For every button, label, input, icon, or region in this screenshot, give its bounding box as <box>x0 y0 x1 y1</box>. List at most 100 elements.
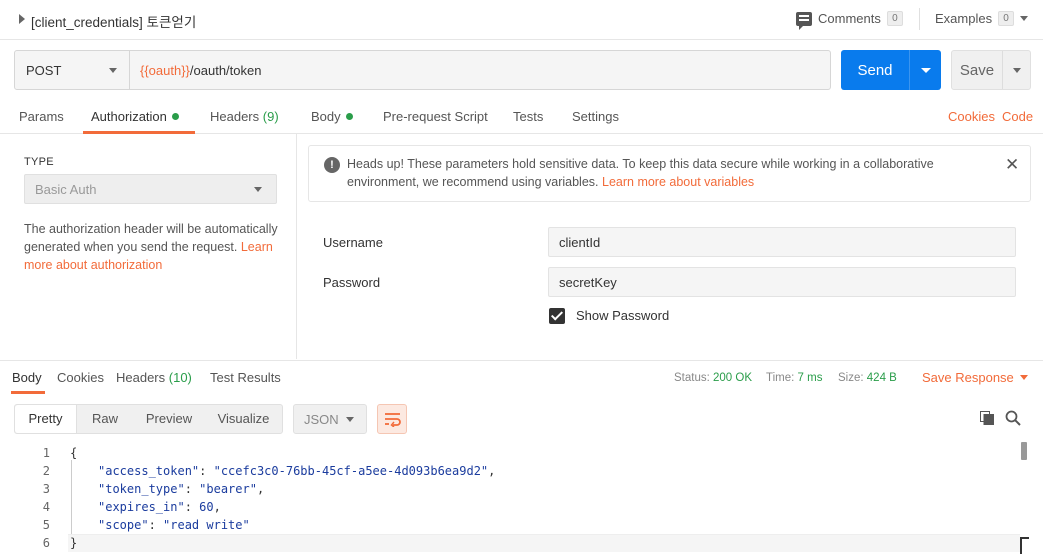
examples-label: Examples <box>935 11 993 26</box>
tab-response-cookies[interactable]: Cookies <box>57 370 104 385</box>
json-trail: , <box>256 482 265 496</box>
tab-headers[interactable]: Headers (9) <box>210 109 279 124</box>
line-number: 2 <box>42 464 50 478</box>
line-number: 1 <box>42 446 50 460</box>
wrap-lines-icon <box>385 413 401 427</box>
password-label: Password <box>323 275 381 290</box>
tab-prerequest-script[interactable]: Pre-request Script <box>383 109 488 124</box>
alert-message: Heads up! These parameters hold sensitiv… <box>347 155 987 191</box>
line-number: 4 <box>42 500 50 514</box>
chevron-down-icon <box>254 186 262 192</box>
view-visualize[interactable]: Visualize <box>205 405 282 433</box>
cookies-link[interactable]: Cookies <box>948 109 995 124</box>
line-text: { <box>70 446 78 460</box>
password-field[interactable]: secretKey <box>548 267 1016 297</box>
tab-response-headers[interactable]: Headers (10) <box>116 370 192 385</box>
send-options-dropdown[interactable] <box>910 67 941 73</box>
send-label: Send <box>857 61 893 79</box>
chevron-down-icon <box>346 416 354 422</box>
view-preview[interactable]: Preview <box>133 405 205 433</box>
copy-icon[interactable] <box>980 411 994 425</box>
type-label: TYPE <box>24 156 54 168</box>
json-value: "read write" <box>163 518 250 532</box>
url-input[interactable]: {{oauth}}/oauth/token <box>130 51 830 89</box>
format-value: JSON <box>304 411 339 427</box>
tab-authorization-label: Authorization <box>91 109 167 124</box>
examples-button[interactable]: Examples 0 <box>935 11 1029 26</box>
json-key: "scope" <box>98 518 149 532</box>
line-text: } <box>70 536 78 550</box>
code-line: 6 } <box>0 534 1020 552</box>
time-value: 7 ms <box>797 372 823 384</box>
chevron-down-icon <box>1012 67 1021 73</box>
comments-count-badge: 0 <box>886 11 903 26</box>
view-pretty[interactable]: Pretty <box>15 405 77 433</box>
text-cursor <box>1020 537 1029 554</box>
request-title[interactable]: [client_credentials] 토큰얻기 <box>31 11 196 31</box>
code-line: 2 "access_token": "ccefc3c0-76bb-45cf-a5… <box>0 462 1020 480</box>
username-field[interactable]: clientId <box>548 227 1016 257</box>
send-button[interactable]: Send <box>841 50 941 90</box>
tab-body-label: Body <box>311 109 341 124</box>
sensitive-data-alert: ! Heads up! These parameters hold sensit… <box>308 145 1031 202</box>
json-value: "ccefc3c0-76bb-45cf-a5ee-4d093b6ea9d2" <box>213 464 489 478</box>
code-line: 3 "token_type": "bearer", <box>0 480 1020 498</box>
tab-authorization[interactable]: Authorization <box>91 109 179 124</box>
time-meta: Time: 7 ms <box>766 372 822 384</box>
code-line: 1 { <box>0 444 1020 462</box>
json-value: 60 <box>199 500 214 514</box>
expand-caret-icon[interactable] <box>19 14 25 24</box>
chevron-down-icon <box>1020 16 1029 21</box>
view-mode-segmented: Pretty Raw Preview Visualize <box>14 404 283 434</box>
tab-params[interactable]: Params <box>19 109 64 124</box>
size-label: Size: <box>838 372 864 384</box>
show-password-checkbox[interactable] <box>549 308 565 324</box>
size-meta: Size: 424 B <box>838 372 897 384</box>
tab-headers-label: Headers <box>210 109 260 124</box>
view-raw[interactable]: Raw <box>77 405 133 433</box>
tab-test-results[interactable]: Test Results <box>210 370 281 385</box>
response-body-viewer[interactable]: 1 { 2 "access_token": "ccefc3c0-76bb-45c… <box>0 442 1043 554</box>
username-label: Username <box>323 235 383 250</box>
tab-tests[interactable]: Tests <box>513 109 543 124</box>
format-select[interactable]: JSON <box>293 404 367 434</box>
response-toolbar: Pretty Raw Preview Visualize JSON <box>0 394 1043 438</box>
learn-more-variables-link[interactable]: Learn more about variables <box>602 175 754 189</box>
response-headers-count: (10) <box>168 370 192 385</box>
save-response-button[interactable]: Save Response <box>922 370 1028 385</box>
chevron-down-icon <box>920 67 931 73</box>
json-key: "expires_in" <box>98 500 185 514</box>
line-number: 6 <box>42 536 50 550</box>
tab-response-body[interactable]: Body <box>12 370 42 385</box>
json-key: "access_token" <box>98 464 200 478</box>
auth-type-value: Basic Auth <box>35 181 97 197</box>
save-response-label: Save Response <box>922 370 1014 385</box>
json-value: "bearer" <box>199 482 257 496</box>
examples-count-badge: 0 <box>998 11 1015 26</box>
comment-icon <box>796 11 812 30</box>
close-icon[interactable]: ✕ <box>1005 155 1019 175</box>
auth-type-select[interactable]: Basic Auth <box>24 174 277 204</box>
save-options-dropdown[interactable] <box>1003 67 1030 73</box>
tab-settings[interactable]: Settings <box>572 109 619 124</box>
active-dot-icon <box>345 113 353 120</box>
line-text: "scope": "read write" <box>98 518 250 532</box>
status-meta: Status: 200 OK <box>674 372 752 384</box>
auth-type-pane: TYPE Basic Auth The authorization header… <box>0 134 297 359</box>
json-trail: , <box>213 500 221 514</box>
info-icon: ! <box>324 157 340 173</box>
show-password-label[interactable]: Show Password <box>576 308 669 323</box>
scrollbar[interactable] <box>1021 442 1027 460</box>
auth-description-text: The authorization header will be automat… <box>24 222 278 254</box>
code-line: 4 "expires_in": 60, <box>0 498 1020 516</box>
search-icon[interactable] <box>1005 410 1021 426</box>
method-select[interactable]: POST <box>15 51 130 89</box>
wrap-lines-button[interactable] <box>377 404 407 434</box>
comments-label: Comments <box>818 11 881 26</box>
code-link[interactable]: Code <box>1002 109 1033 124</box>
tab-body[interactable]: Body <box>311 109 353 124</box>
save-label: Save <box>959 61 995 79</box>
save-button[interactable]: Save <box>951 50 1031 90</box>
comments-button[interactable]: Comments 0 <box>796 11 903 30</box>
chevron-down-icon <box>1019 375 1028 380</box>
